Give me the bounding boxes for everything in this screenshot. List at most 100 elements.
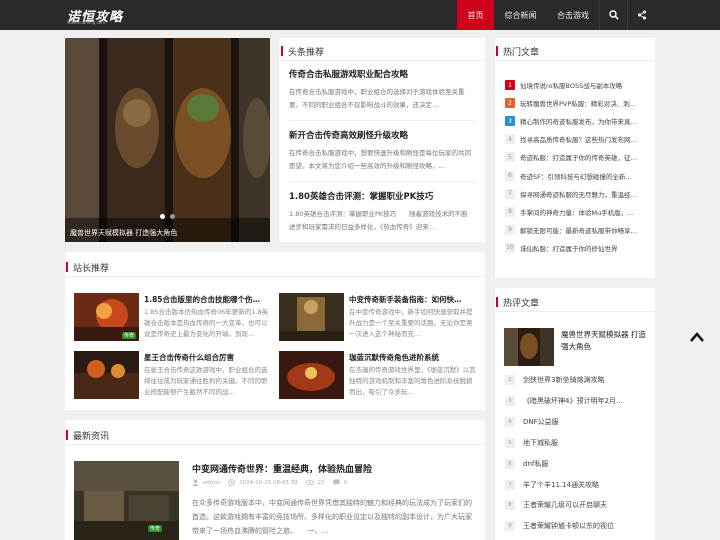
user-icon: [192, 479, 199, 486]
headline-item-title[interactable]: 传奇合击私服游戏职业配合攻略: [289, 68, 408, 80]
hot-article-title: 探寻网通奇迹私服的无尽魅力，重温经…: [520, 190, 637, 199]
rank-badge: 5: [505, 437, 515, 448]
nav-item-news[interactable]: 综合新闻: [494, 0, 547, 30]
hot-review-item[interactable]: 7 羊了个羊11.14通关攻略: [505, 479, 600, 490]
recommend-item-title[interactable]: 星王合击传奇什么组合厉害: [144, 352, 234, 363]
hot-review-item[interactable]: 4 DNF公益服: [505, 416, 559, 427]
hot-article-item[interactable]: 2 玩转魔兽世界PVP私服：精彩对决、刺…: [505, 97, 636, 109]
hot-article-item[interactable]: 7 探寻网通奇迹私服的无尽魅力，重温经…: [505, 188, 637, 200]
headline-item-desc: 1.80英雄合击评测：掌握职业PK技巧 随着游戏技术的不断进步和玩家需求的日益多…: [289, 210, 468, 231]
recommend-item-desc: 1.85合击版本仿热血传奇06年更新的1.8英雄合击版本是热血传奇的一大变革，也…: [144, 308, 269, 338]
rank-badge: 8: [505, 500, 515, 511]
nav-item-heji-games[interactable]: 合击游戏: [547, 0, 599, 30]
recommend-thumbnail[interactable]: [279, 293, 344, 341]
search-icon: [608, 10, 619, 20]
hot-article-title: 诛仙私服：打造属于你的修仙世界: [520, 244, 618, 253]
hot-article-item[interactable]: 5 奇迹私服：打造属于你的传奇英雄，征…: [505, 151, 637, 163]
latest-news-views: 21: [317, 479, 325, 486]
divider: [495, 60, 655, 61]
share-icon: [637, 10, 646, 20]
hot-articles-title: 热门文章: [496, 45, 539, 58]
latest-news-thumbnail[interactable]: [74, 461, 179, 540]
slider-dot-1[interactable]: [160, 214, 165, 219]
latest-news-thumb-tag: 传奇: [148, 525, 163, 532]
hot-review-thumbnail[interactable]: [504, 328, 554, 366]
recommend-item-desc: 在星王合击传奇这款游戏中，职业组合的选择往往成为玩家通往胜利的关键。不同的职业搭…: [144, 366, 268, 396]
hot-review-item[interactable]: 3 《暗黑破坏神4》预计明年2月…: [505, 395, 623, 406]
latest-news-author[interactable]: admin: [203, 480, 220, 486]
hot-review-top-title[interactable]: 魔兽世界天赋模拟器 打造强大角色: [561, 329, 649, 353]
hot-reviews-title: 热评文章: [496, 296, 539, 309]
divider: [495, 311, 655, 312]
hot-article-title: 精心制作的奇迹私服发布，为你带来真…: [520, 118, 637, 127]
hot-review-title: 王者荣耀几级可以开启聊天: [523, 501, 607, 510]
recommend-item-desc: 在浩瀚的传奇游戏世界里，《珈蓝沉默》以其独特的游戏机制和丰富的角色进阶系统脱颖而…: [349, 366, 476, 396]
rank-badge: 4: [505, 416, 515, 427]
recommend-item-desc: 在中变传奇游戏中，新手如何快速获取并提升战力是一个至关重要的话题。无论你是第一次…: [349, 308, 473, 338]
hot-article-item[interactable]: 10 诛仙私服：打造属于你的修仙世界: [505, 242, 618, 254]
slider-dot-2[interactable]: [170, 214, 175, 219]
hot-review-item[interactable]: 5 地下城私服: [505, 437, 558, 448]
latest-news-title: 最新资讯: [66, 429, 109, 442]
latest-news-item-desc: 在众多传奇游戏版本中，中变网通传奇世界凭借其独特的魅力和经典的玩法成为了玩家们的…: [192, 499, 472, 535]
hot-review-title: 地下城私服: [523, 438, 558, 447]
hot-review-item[interactable]: 8 王者荣耀几级可以开启聊天: [505, 500, 607, 511]
hot-article-item[interactable]: 4 找寻高品质传奇私服？这些热门发布网…: [505, 133, 637, 145]
recommend-thumbnail[interactable]: [279, 351, 344, 399]
hot-article-item[interactable]: 9 解锁无限可能：最新奇迹私服带你畅享…: [505, 224, 637, 236]
recommend-thumb-tag: 传奇: [122, 332, 137, 339]
hot-article-item[interactable]: 8 手掌间的神奇力量：体验Mu手机版，…: [505, 206, 634, 218]
hot-article-title: 奇迹SF：引领科技与幻想碰撞的全新…: [520, 172, 632, 181]
recommend-item-title[interactable]: 珈蓝沉默传奇角色进阶系统: [349, 352, 439, 363]
divider: [289, 120, 475, 121]
hot-article-item[interactable]: 3 精心制作的奇迹私服发布，为你带来真…: [505, 115, 637, 127]
rank-badge: 7: [505, 479, 515, 490]
hot-article-title: 奇迹私服：打造属于你的传奇英雄，征…: [520, 154, 637, 163]
headline-item-desc: 在传奇合击私服游戏中，想要快速升级和刷怪是每位玩家的共同愿望。本文将为您介绍一些…: [289, 149, 471, 170]
rank-badge: 6: [505, 458, 515, 469]
rank-badge: 5: [505, 152, 515, 163]
rank-badge: 1: [505, 80, 515, 90]
hot-article-title: 解锁无限可能：最新奇迹私服带你畅享…: [520, 226, 637, 235]
search-button[interactable]: [599, 0, 627, 30]
latest-news-date: 2024-10-15 08:43:39: [239, 479, 298, 486]
rank-badge: 3: [505, 395, 515, 406]
slider-caption[interactable]: 魔兽世界天赋模拟器 打造强大角色: [70, 228, 177, 238]
latest-news-item-title[interactable]: 中变网通传奇世界：重温经典，体验热血冒险: [192, 462, 372, 475]
hot-article-item[interactable]: 6 奇迹SF：引领科技与幻想碰撞的全新…: [505, 170, 632, 182]
hot-article-title: 找寻高品质传奇私服？这些热门发布网…: [520, 136, 637, 145]
rank-badge: 9: [505, 224, 515, 235]
hot-review-title: 剑侠世界3新坐骑熔渊攻略: [523, 376, 605, 384]
rank-badge: 2: [505, 375, 515, 385]
site-logo-subtext: www.nuoheng.com: [67, 20, 106, 25]
divider: [279, 60, 485, 61]
latest-news-meta: admin 2024-10-15 08:43:39 21 0: [192, 479, 347, 486]
recommend-item-title[interactable]: 中变传奇新手装备指南：如何快…: [349, 294, 462, 305]
comment-icon: [333, 479, 340, 486]
featured-slider[interactable]: 魔兽世界天赋模拟器 打造强大角色: [65, 38, 270, 242]
recommend-thumbnail[interactable]: [74, 351, 139, 399]
hot-review-item[interactable]: 2 剑侠世界3新坐骑熔渊攻略: [505, 375, 604, 385]
nav-item-home[interactable]: 首页: [457, 0, 494, 30]
top-navbar: 诺恒攻略 www.nuoheng.com 首页 综合新闻 合击游戏: [0, 0, 720, 30]
hot-article-item[interactable]: 1 仙境传说ro私服BOSS战与副本攻略: [505, 79, 622, 91]
hot-article-title: 仙境传说ro私服BOSS战与副本攻略: [520, 82, 623, 90]
share-button[interactable]: [627, 0, 655, 30]
hot-review-title: 羊了个羊11.14通关攻略: [523, 480, 600, 489]
divider: [289, 181, 475, 182]
hot-review-title: dnf私服: [523, 459, 549, 468]
latest-news-comments[interactable]: 0: [344, 480, 348, 486]
recommend-item-title[interactable]: 1.85合击版里的合击技能哪个伤…: [144, 294, 260, 305]
slider-image: [65, 38, 270, 242]
rank-badge: 10: [505, 242, 515, 253]
headline-item-title[interactable]: 新开合击传奇高效刷怪升级攻略: [289, 129, 408, 141]
rank-badge: 4: [505, 134, 515, 145]
headline-item-title[interactable]: 1.80英雄合击评测：掌握职业PK技巧: [289, 190, 433, 202]
hot-review-item[interactable]: 9 王者荣耀钟馗卡顿以东的视位: [505, 521, 614, 532]
rank-badge: 9: [505, 521, 515, 532]
hot-review-item[interactable]: 6 dnf私服: [505, 458, 549, 469]
headline-item-desc: 在传奇合击私服游戏中，职业组合的选择对于游戏体验至关重要。不同的职业组合不仅影响…: [289, 88, 465, 109]
hot-article-title: 玩转魔兽世界PVP私服：精彩对决、刺…: [520, 100, 637, 109]
hot-review-title: 王者荣耀钟馗卡顿以东的视位: [523, 522, 614, 531]
back-to-top-icon[interactable]: [690, 332, 704, 342]
